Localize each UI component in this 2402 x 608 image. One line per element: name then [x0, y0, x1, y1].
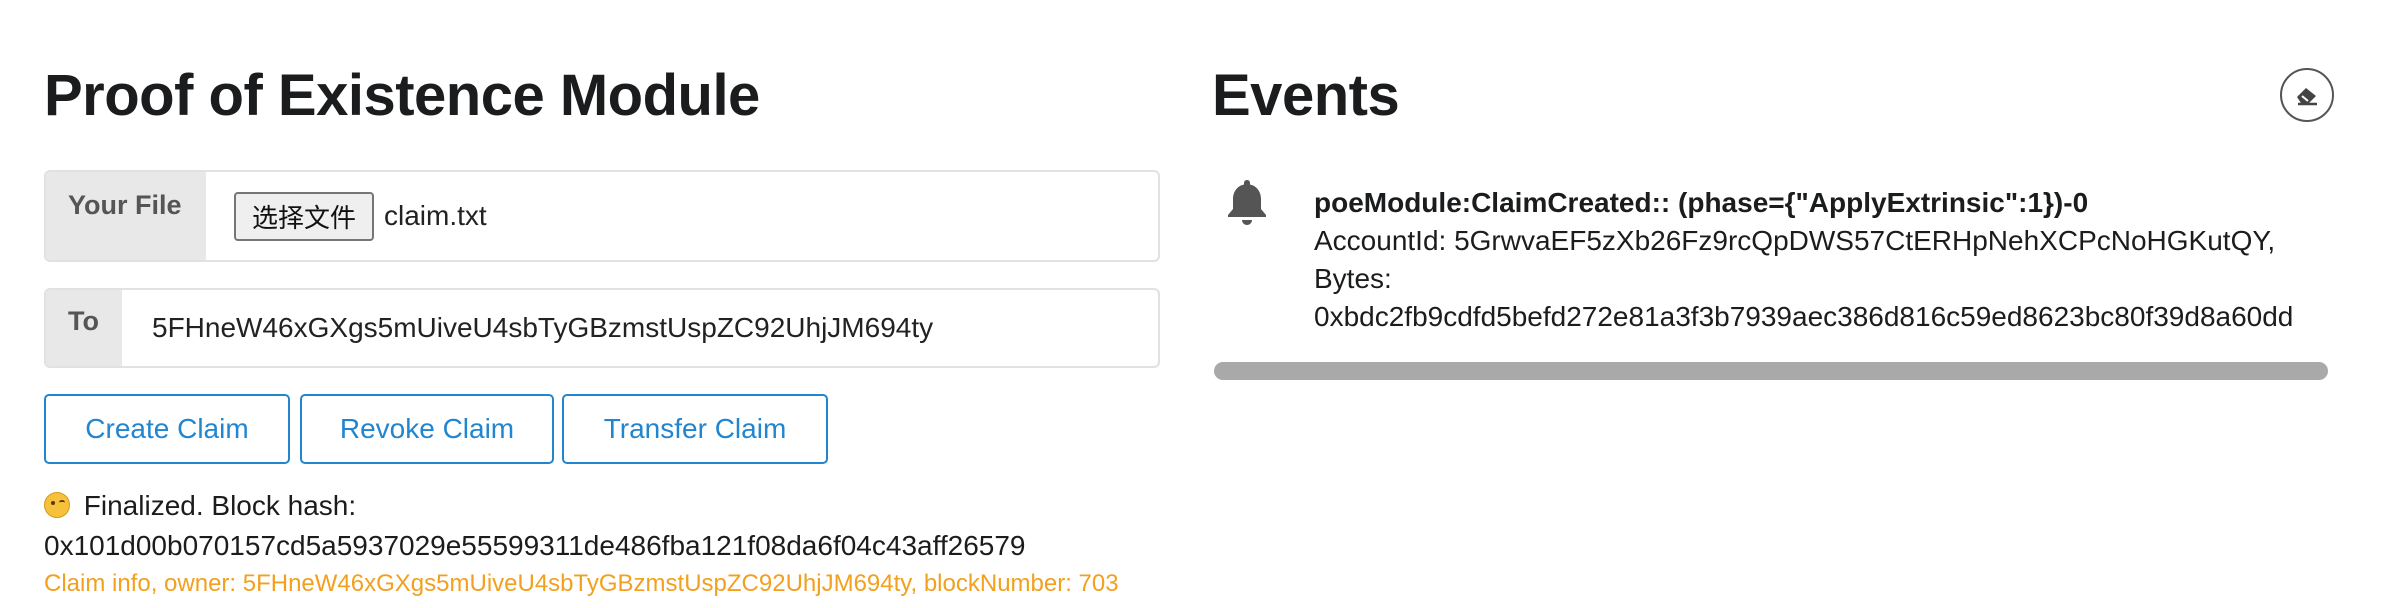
- revoke-claim-button[interactable]: Revoke Claim: [300, 394, 554, 464]
- clear-events-button[interactable]: [2280, 68, 2334, 122]
- event-account-id: AccountId: 5GrwvaEF5zXb26Fz9rcQpDWS57CtE…: [1314, 225, 2276, 256]
- claim-info: Claim info, owner: 5FHneW46xGXgs5mUiveU4…: [44, 570, 1119, 597]
- events-title: Events: [1212, 63, 1400, 128]
- file-field: 选择文件 claim.txt: [206, 172, 1158, 260]
- event-content: poeModule:ClaimCreated:: (phase={"ApplyE…: [1314, 184, 2332, 336]
- page-title: Proof of Existence Module: [44, 63, 760, 128]
- eraser-icon: [2297, 88, 2317, 106]
- create-claim-button[interactable]: Create Claim: [44, 394, 290, 464]
- to-input-group: To 5FHneW46xGXgs5mUiveU4sbTyGBzmstUspZC9…: [44, 288, 1160, 368]
- block-hash: 0x101d00b070157cd5a5937029e55599311de486…: [44, 530, 1026, 561]
- event-bytes-value: 0xbdc2fb9cdfd5befd272e81a3f3b7939aec386d…: [1314, 301, 2294, 332]
- file-label: Your File: [46, 172, 206, 260]
- to-label: To: [46, 290, 122, 366]
- to-address-input[interactable]: 5FHneW46xGXgs5mUiveU4sbTyGBzmstUspZC92Uh…: [122, 290, 1158, 366]
- choose-file-button[interactable]: 选择文件: [234, 191, 375, 241]
- tx-status-text: Finalized. Block hash:: [83, 490, 357, 521]
- events-horizontal-scrollbar[interactable]: [1214, 362, 2328, 380]
- wink-emoji-icon: [44, 492, 70, 518]
- bell-icon: [1228, 180, 1266, 225]
- tx-status: Finalized. Block hash:: [44, 490, 356, 522]
- event-bytes-label: Bytes:: [1314, 263, 1392, 294]
- event-title: poeModule:ClaimCreated:: (phase={"ApplyE…: [1314, 187, 2089, 218]
- transfer-claim-button[interactable]: Transfer Claim: [562, 394, 828, 464]
- file-name: claim.txt: [384, 200, 487, 231]
- file-input-group: Your File 选择文件 claim.txt: [44, 170, 1160, 262]
